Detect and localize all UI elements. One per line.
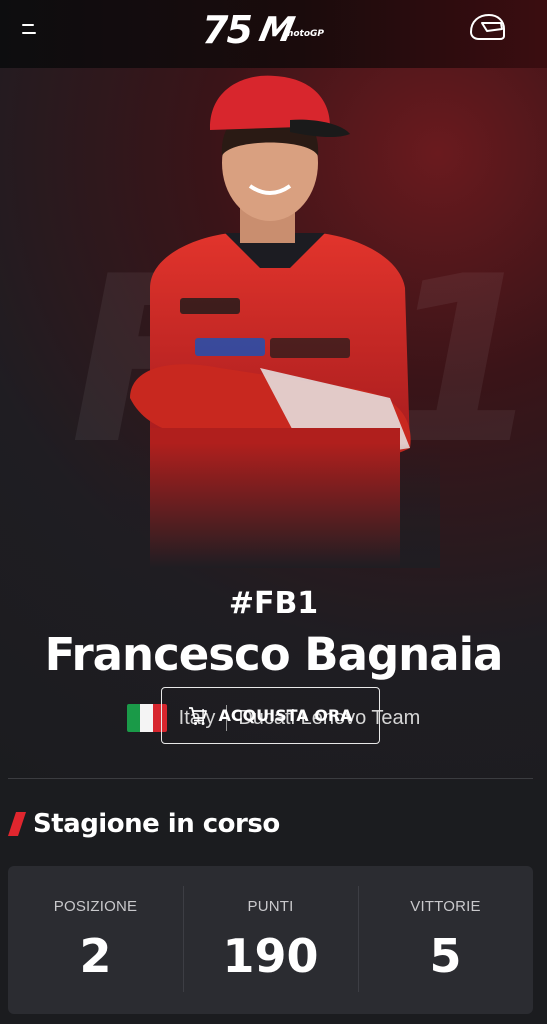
stat-value: 2	[79, 929, 112, 983]
stat-label: PUNTI	[247, 898, 294, 915]
motogp-75-logo[interactable]: 75 M motoGP	[198, 6, 348, 54]
season-title-text: Stagione in corso	[33, 809, 280, 839]
season-section-title: Stagione in corso	[8, 804, 280, 844]
rider-hero: FB1 #FB1	[0, 68, 547, 780]
stat-label: VITTORIE	[410, 898, 481, 915]
hamburger-menu-icon[interactable]	[18, 18, 42, 42]
logo-number: 75	[202, 8, 253, 52]
stat-wins: VITTORIE 5	[358, 866, 533, 1014]
stat-points: PUNTI 190	[183, 866, 358, 1014]
top-navigation-bar: 75 M motoGP	[0, 0, 547, 68]
section-divider	[8, 778, 533, 779]
stat-value: 190	[222, 929, 319, 983]
rider-name: Francesco Bagnaia	[44, 628, 504, 681]
shopping-cart-icon	[189, 706, 208, 725]
stat-value: 5	[429, 929, 462, 983]
rider-photo	[110, 68, 440, 568]
stat-label: POSIZIONE	[53, 898, 138, 915]
buy-now-button[interactable]: ACQUISTA ORA	[161, 687, 380, 744]
helmet-icon[interactable]	[467, 12, 507, 44]
season-stats-card: POSIZIONE 2 PUNTI 190 VITTORIE 5	[8, 866, 533, 1014]
logo-brand-name: motoGP	[284, 29, 325, 39]
stat-position: POSIZIONE 2	[8, 866, 183, 1014]
red-slash-icon	[8, 812, 26, 836]
rider-number-tag: #FB1	[228, 586, 319, 621]
buy-now-label: ACQUISTA ORA	[218, 706, 353, 725]
